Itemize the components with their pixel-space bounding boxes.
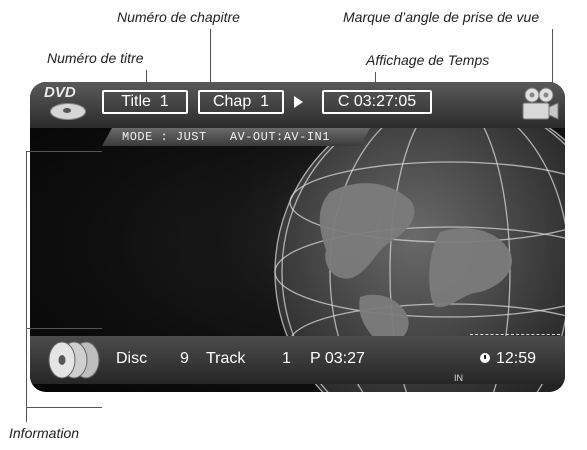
callout-title-number: Numéro de titre xyxy=(47,50,144,66)
input-indicator: IN xyxy=(454,373,463,383)
info-bracket-tick-2 xyxy=(26,328,102,329)
clock-time: 12:59 xyxy=(496,350,537,367)
camera-angle-icon xyxy=(522,87,559,120)
callout-information: Information xyxy=(9,425,80,441)
info-bracket-tick-3 xyxy=(26,407,102,408)
mode-status-text: MODE : JUST AV-OUT:AV-IN1 xyxy=(122,130,330,144)
disc-number: 9 xyxy=(180,350,189,367)
multi-disc-icon xyxy=(48,341,100,379)
leader-chapter-number xyxy=(210,29,211,90)
play-icon xyxy=(294,96,303,108)
callout-chapter-number: Numéro de chapitre xyxy=(117,9,240,25)
clock-icon xyxy=(480,353,490,363)
track-label: Track xyxy=(206,350,246,367)
chapter-number-box: Chap 1 xyxy=(198,90,284,114)
dvd-screen: DVD Title 1 Chap 1 C 03:27:05 MODE : JUS… xyxy=(30,82,565,392)
callout-time-display: Affichage de Temps xyxy=(366,52,490,68)
leader-angle-mark xyxy=(552,29,553,85)
dvd-logo-text: DVD xyxy=(44,84,76,101)
diagram-stage: Numéro de chapitre Marque d’angle de pri… xyxy=(0,0,587,450)
title-number-box: Title 1 xyxy=(102,90,188,114)
callout-angle-mark: Marque d’angle de prise de vue xyxy=(343,9,540,25)
disc-label: Disc xyxy=(116,350,148,367)
status-divider xyxy=(470,334,560,335)
info-bracket-vertical xyxy=(26,151,27,422)
leader-title-number xyxy=(146,70,147,90)
dvd-logo: DVD xyxy=(42,84,94,122)
position-time: P 03:27 xyxy=(310,350,365,367)
leader-time-display xyxy=(375,72,376,90)
track-number: 1 xyxy=(282,350,291,367)
info-bracket-tick-1 xyxy=(26,151,102,152)
time-display-box: C 03:27:05 xyxy=(322,90,432,114)
